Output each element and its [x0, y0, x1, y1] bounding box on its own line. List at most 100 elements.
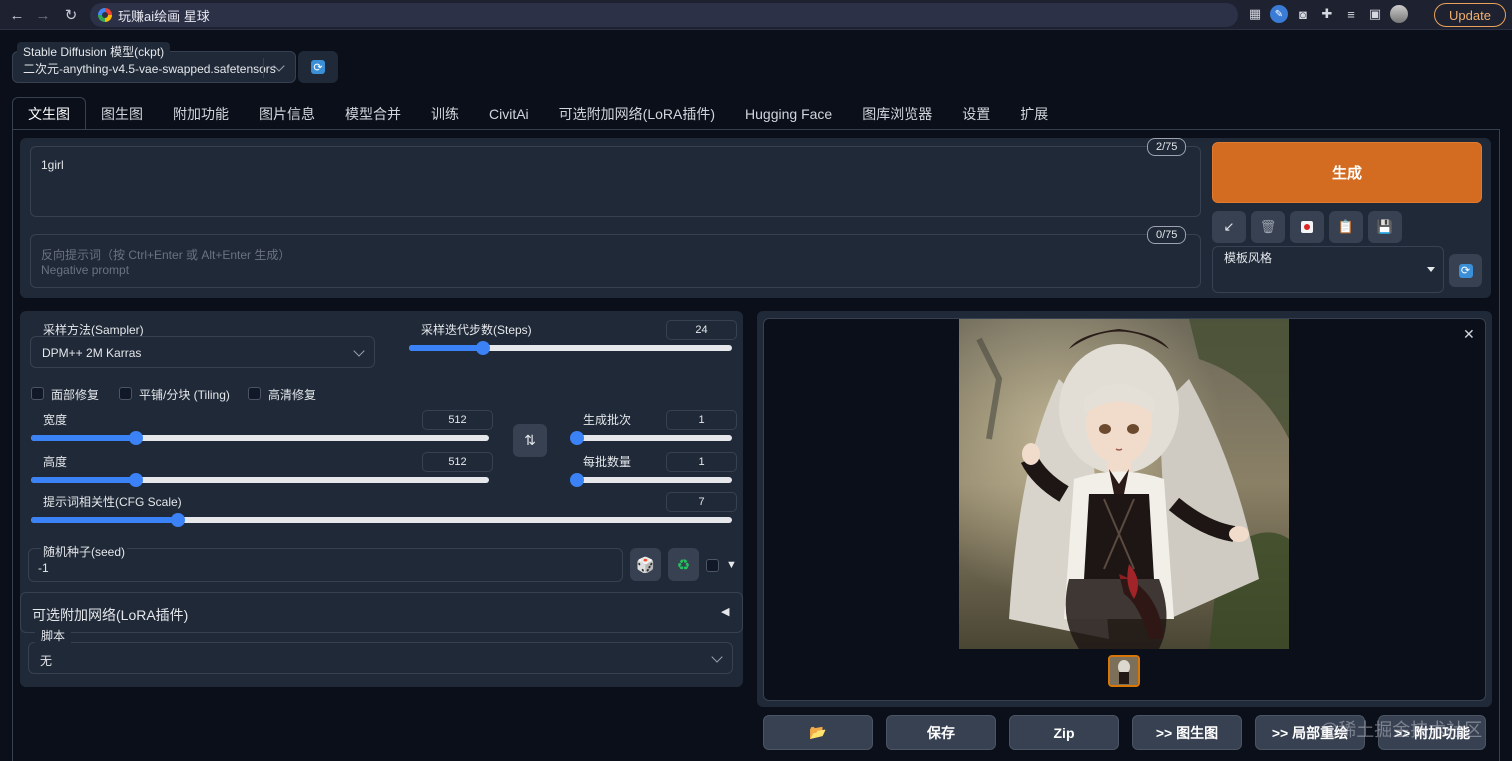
caret-down-icon: [1427, 267, 1435, 272]
back-icon[interactable]: ←: [4, 2, 30, 28]
seed-value: -1: [38, 561, 49, 575]
address-bar[interactable]: 玩赚ai绘画 星球: [90, 3, 1238, 27]
sampler-select[interactable]: DPM++ 2M Karras: [30, 336, 375, 368]
cfg-label: 提示词相关性(CFG Scale): [43, 495, 182, 509]
lora-accordion[interactable]: 可选附加网络(LoRA插件) ◀: [20, 592, 743, 633]
refresh-icon: ⟳: [1458, 263, 1473, 278]
tab-extras[interactable]: 附加功能: [158, 97, 244, 130]
tab-txt2img[interactable]: 文生图: [12, 97, 86, 130]
reload-icon[interactable]: ↻: [58, 2, 84, 28]
tab-png-info[interactable]: 图片信息: [244, 97, 330, 130]
sampler-value: DPM++ 2M Karras: [42, 346, 142, 360]
prompt-input[interactable]: 1girl: [30, 146, 1201, 217]
save-button[interactable]: 保存: [886, 715, 996, 750]
model-refresh-button[interactable]: ⟳: [298, 51, 338, 83]
close-icon[interactable]: ✕: [1463, 326, 1475, 343]
hires-checkbox[interactable]: [248, 387, 261, 400]
read-params-button[interactable]: ↙: [1212, 211, 1246, 243]
tab-civitai[interactable]: CivitAi: [474, 97, 544, 130]
camera-icon[interactable]: ◙: [1294, 5, 1312, 23]
width-label: 宽度: [43, 413, 68, 427]
tab-settings[interactable]: 设置: [947, 97, 1005, 130]
batch-count-slider[interactable]: [570, 431, 732, 445]
face-restore-label: 面部修复: [51, 388, 100, 402]
steps-slider[interactable]: [409, 341, 732, 355]
watermark: @稀土掘金技术社区: [1320, 720, 1483, 740]
tab-huggingface[interactable]: Hugging Face: [730, 97, 847, 130]
hires-label: 高清修复: [268, 388, 317, 402]
model-label: Stable Diffusion 模型(ckpt): [17, 42, 171, 60]
forward-icon[interactable]: →: [30, 2, 56, 28]
trash-icon: 🗑: [1259, 219, 1277, 234]
lora-accordion-label: 可选附加网络(LoRA插件): [32, 607, 189, 623]
playlist-icon[interactable]: ≡: [1342, 5, 1360, 23]
negative-prompt-input[interactable]: 反向提示词（按 Ctrl+Enter 或 Alt+Enter 生成） Negat…: [30, 234, 1201, 288]
seed-input[interactable]: 随机种子(seed) -1: [28, 543, 623, 582]
refresh-icon: ⟳: [311, 60, 325, 74]
tiling-checkbox[interactable]: [119, 387, 132, 400]
cfg-input[interactable]: 7: [666, 492, 737, 512]
tab-img2img[interactable]: 图生图: [86, 97, 158, 130]
batch-size-slider[interactable]: [570, 473, 732, 487]
zip-button[interactable]: Zip: [1009, 715, 1119, 750]
generate-button[interactable]: 生成: [1212, 142, 1482, 203]
style-refresh-button[interactable]: ⟳: [1449, 254, 1482, 287]
apply-style-button[interactable]: 📋: [1329, 211, 1363, 243]
tab-extensions[interactable]: 扩展: [1005, 97, 1063, 130]
width-input[interactable]: 512: [422, 410, 493, 430]
cfg-slider[interactable]: [31, 513, 732, 527]
send-to-img2img-button[interactable]: >> 图生图: [1132, 715, 1242, 750]
thumbnail-image: [1110, 657, 1138, 685]
dice-icon: 🎲: [636, 556, 655, 574]
script-value: 无: [40, 654, 53, 668]
extension-icon[interactable]: ✎: [1270, 5, 1288, 23]
page-title: 玩赚ai绘画 星球: [118, 8, 210, 24]
negative-token-counter: 0/75: [1147, 226, 1187, 244]
gallery-thumbnail[interactable]: [1108, 655, 1140, 687]
tiling-label: 平铺/分块 (Tiling): [139, 388, 230, 402]
browser-toolbar: ← → ↻ 玩赚ai绘画 星球 ▦ ✎ ◙ ✚ ≡ ▣ Update: [0, 0, 1512, 30]
face-restore-checkbox[interactable]: [31, 387, 44, 400]
seed-label: 随机种子(seed): [41, 543, 128, 560]
steps-input[interactable]: 24: [666, 320, 737, 340]
batch-count-input[interactable]: 1: [666, 410, 737, 430]
clear-prompt-button[interactable]: 🗑: [1251, 211, 1285, 243]
show-extra-networks-button[interactable]: [1290, 211, 1324, 243]
extra-seed-checkbox[interactable]: [706, 559, 719, 572]
tab-gallery[interactable]: 图库浏览器: [847, 97, 947, 130]
prompt-token-counter: 2/75: [1147, 138, 1187, 156]
style-label: 模板风格: [1224, 251, 1273, 265]
anime-girl-illustration: [959, 319, 1289, 649]
negative-placeholder: 反向提示词（按 Ctrl+Enter 或 Alt+Enter 生成）: [41, 248, 291, 262]
height-input[interactable]: 512: [422, 452, 493, 472]
chevron-down-icon: [353, 345, 365, 357]
width-slider[interactable]: [31, 431, 489, 445]
profile-avatar[interactable]: [1390, 5, 1408, 23]
main-tabs: 文生图 图生图 附加功能 图片信息 模型合并 训练 CivitAi 可选附加网络…: [12, 97, 1063, 130]
tab-merge[interactable]: 模型合并: [330, 97, 416, 130]
recycle-icon: ♻: [676, 556, 691, 574]
chevron-down-icon: [711, 651, 723, 663]
open-folder-button[interactable]: 📂: [763, 715, 873, 750]
qr-icon[interactable]: ▦: [1246, 5, 1264, 23]
height-slider[interactable]: [31, 473, 489, 487]
puzzle-icon[interactable]: ✚: [1318, 5, 1336, 23]
batch-size-input[interactable]: 1: [666, 452, 737, 472]
swap-arrows-icon: ⇅: [524, 432, 536, 448]
height-label: 高度: [43, 455, 68, 469]
expand-triangle-icon[interactable]: ▼: [726, 559, 737, 571]
generated-image[interactable]: [959, 319, 1289, 649]
tab-train[interactable]: 训练: [416, 97, 474, 130]
random-seed-button[interactable]: 🎲: [630, 548, 661, 581]
floppy-disk-icon: 💾: [1376, 219, 1394, 234]
save-style-button[interactable]: 💾: [1368, 211, 1402, 243]
sidepanel-icon[interactable]: ▣: [1366, 5, 1384, 23]
collapse-triangle-icon: ◀: [721, 606, 730, 618]
tab-lora[interactable]: 可选附加网络(LoRA插件): [544, 97, 730, 130]
reuse-seed-button[interactable]: ♻: [668, 548, 699, 581]
script-select[interactable]: 无: [28, 642, 733, 674]
swap-dimensions-button[interactable]: ⇅: [513, 424, 547, 457]
negative-placeholder-en: Negative prompt: [41, 263, 130, 277]
update-button[interactable]: Update: [1434, 3, 1506, 27]
script-label: 脚本: [35, 627, 72, 644]
